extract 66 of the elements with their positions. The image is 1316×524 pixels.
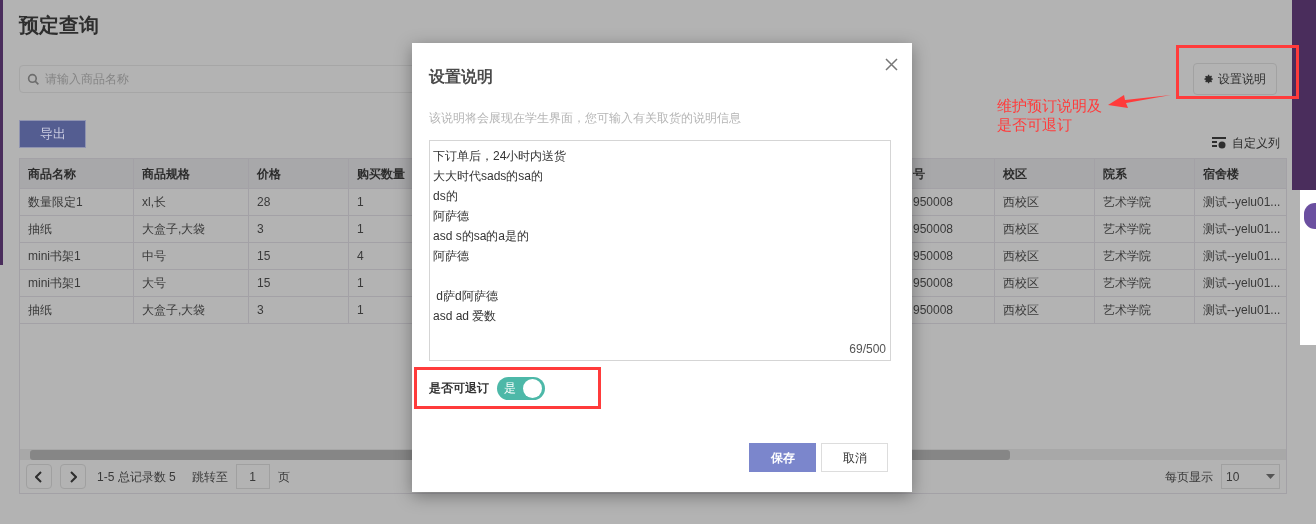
table-cell-text: 艺术学院: [1103, 194, 1151, 211]
table-cell-text: 28: [257, 194, 271, 211]
table-cell-text: 中号: [142, 248, 166, 265]
table-cell-text: 测试--yelu01...: [1203, 194, 1281, 211]
table-cell-text: 西校区: [1003, 194, 1039, 211]
table-cell-text: 艺术学院: [1103, 302, 1151, 319]
table-cell-text: 大盒子,大袋: [142, 302, 206, 319]
table-cell-text: 测试--yelu01...: [1203, 302, 1281, 319]
table-cell-text: 数量限定1: [28, 194, 83, 211]
table-cell-text: 抽纸: [28, 302, 52, 319]
column-header: 宿舍楼: [1203, 165, 1239, 183]
table-cell-text: mini书架1: [28, 275, 81, 292]
table-cell-text: 950008: [913, 275, 954, 292]
refund-label: 是否可退订: [429, 380, 489, 397]
annotation-text: 维护预订说明及 是否可退订: [997, 96, 1102, 134]
column-header: 号: [913, 165, 925, 183]
table-cell-text: 测试--yelu01...: [1203, 248, 1281, 265]
table-cell-text: 950008: [913, 221, 954, 238]
table-cell-text: 950008: [913, 194, 954, 211]
column-header: 商品规格: [142, 165, 190, 183]
table-cell-text: 1: [357, 302, 364, 319]
dialog-title: 设置说明: [429, 67, 493, 87]
column-header: 价格: [257, 165, 281, 183]
description-line: d萨d阿萨德: [435, 288, 498, 305]
table-cell-text: xl,长: [142, 194, 166, 211]
table-cell-text: 4: [357, 248, 364, 265]
table-cell-text: 测试--yelu01...: [1203, 221, 1281, 238]
table-cell-text: 艺术学院: [1103, 248, 1151, 265]
table-cell-text: 艺术学院: [1103, 275, 1151, 292]
table-cell-text: 测试--yelu01...: [1203, 275, 1281, 292]
table-cell-text: 1: [357, 275, 364, 292]
description-line: 阿萨德: [433, 248, 469, 265]
table-cell-text: 抽纸: [28, 221, 52, 238]
description-line: 下订单后，24小时内送货: [433, 148, 567, 165]
column-header: 购买数量: [357, 165, 405, 183]
page-title: 预定查询: [19, 13, 100, 38]
table-cell-text: 西校区: [1003, 275, 1039, 292]
table-cell-text: 艺术学院: [1103, 221, 1151, 238]
table-cell-text: 西校区: [1003, 248, 1039, 265]
table-cell-text: 3: [257, 221, 264, 238]
page-size-label: 每页显示: [1165, 468, 1213, 486]
description-line: 阿萨德: [433, 208, 469, 225]
description-line: ds的: [433, 188, 458, 205]
character-counter: 69/500: [849, 341, 886, 358]
column-header: 商品名称: [28, 165, 76, 183]
jump-label: 跳转至: [191, 468, 228, 486]
description-line: 大大时代sads的sa的: [433, 168, 544, 185]
table-cell-text: 15: [257, 275, 271, 292]
description-line: asd ad 爱数: [433, 308, 497, 325]
table-cell-text: 15: [257, 248, 271, 265]
column-header: 校区: [1003, 165, 1027, 183]
table-cell-text: 950008: [913, 248, 954, 265]
table-cell-text: 1: [357, 221, 364, 238]
dialog-hint: 该说明将会展现在学生界面，您可输入有关取货的说明信息: [429, 110, 742, 127]
table-cell-text: 950008: [913, 302, 954, 319]
table-cell-text: 3: [257, 302, 264, 319]
table-cell-text: 西校区: [1003, 221, 1039, 238]
table-cell-text: mini书架1: [28, 248, 81, 265]
description-line: asd s的sa的a是的: [433, 228, 530, 245]
table-cell-text: 西校区: [1003, 302, 1039, 319]
table-cell-text: 1: [357, 194, 364, 211]
table-cell-text: 大盒子,大袋: [142, 221, 206, 238]
record-summary: 1-5 总记录数 5: [97, 468, 176, 486]
column-header: 院系: [1103, 165, 1127, 183]
page-suffix: 页: [277, 468, 290, 486]
table-cell-text: 大号: [142, 275, 166, 292]
